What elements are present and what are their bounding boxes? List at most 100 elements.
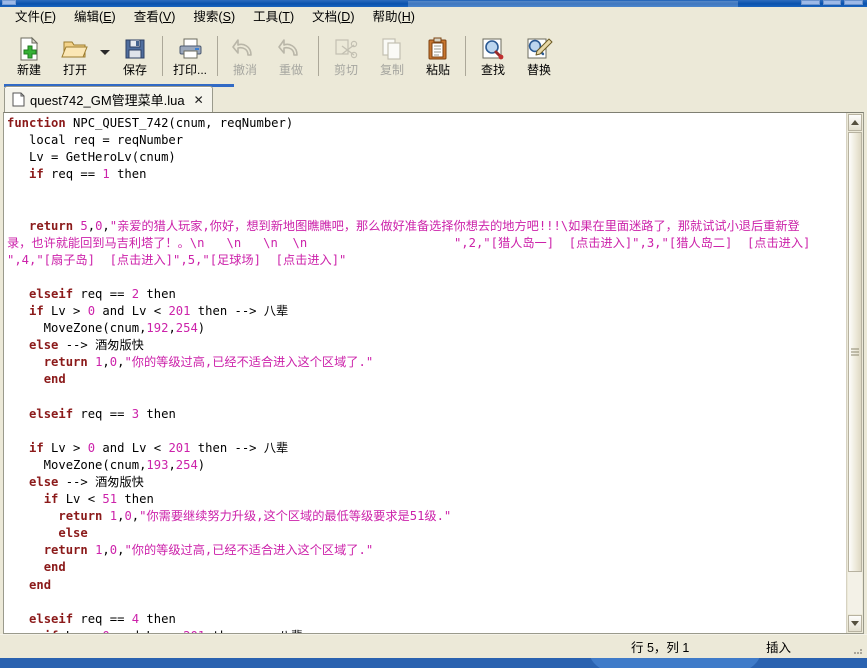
code-token-plain: Lv > (43, 304, 88, 319)
code-token-num: 4 (131, 611, 140, 626)
code-token-kw: else (58, 526, 88, 541)
window-system-menu-icon[interactable] (2, 0, 16, 5)
open-folder-icon (61, 36, 89, 62)
editor-pane: function NPC_QUEST_742(cnum, reqNumber) … (3, 112, 864, 634)
toolbar-paste-label: 粘贴 (425, 63, 450, 77)
scrollbar-thumb[interactable] (848, 132, 862, 572)
code-token-kw: return (58, 509, 103, 524)
code-token-kw: end (43, 560, 66, 575)
scrollbar-track[interactable] (848, 132, 862, 614)
toolbar-print-button[interactable]: 打印... (167, 32, 213, 82)
scroll-up-arrow[interactable] (848, 114, 862, 131)
triangle-up-icon (851, 120, 859, 125)
menu-view[interactable]: 查看(V) (125, 8, 185, 28)
save-disk-icon (121, 36, 149, 62)
resize-grip-icon[interactable] (851, 640, 865, 654)
code-token-str: ",4,"[扇子岛] [点击进入]",5,"[足球场] [点击进入]" (7, 252, 347, 267)
tab-quest742[interactable]: quest742_GM管理菜单.lua ✕ (4, 86, 213, 112)
toolbar: 新建 打开 保存 打印... 撤消 重做 剪切 复制 粘贴 查找 替换 (0, 29, 867, 84)
menu-view-accel: V (162, 9, 172, 24)
toolbar-new-button[interactable]: 新建 (6, 32, 52, 82)
toolbar-undo-button[interactable]: 撤消 (222, 32, 268, 82)
minimize-button[interactable] (801, 0, 820, 5)
toolbar-paste-button[interactable]: 粘贴 (415, 32, 461, 82)
code-line: return 5,0,"亲爱的猎人玩家,你好，想到新地图瞧瞧吧，那么做好准备选择… (7, 218, 846, 235)
close-button[interactable] (844, 0, 864, 5)
code-token-plain: ) (197, 321, 206, 336)
open-recent-dropdown[interactable] (98, 32, 112, 82)
menu-search-accel: S (222, 9, 231, 24)
tab-label: quest742_GM管理菜单.lua (30, 93, 185, 108)
toolbar-redo-button[interactable]: 重做 (268, 32, 314, 82)
code-line: local req = reqNumber (7, 132, 846, 149)
code-line: if Lv > 0 and Lv < 201 then --> 八辈 (7, 440, 846, 457)
code-token-kw: if (44, 629, 59, 633)
menu-tools-label: 工具 (253, 9, 279, 24)
toolbar-save-label: 保存 (122, 63, 147, 77)
code-token-plain: then (109, 167, 147, 182)
code-token-plain: and Lv < (95, 304, 169, 319)
code-token-num: 201 (168, 440, 191, 455)
vertical-scrollbar[interactable] (846, 113, 863, 633)
toolbar-find-button[interactable]: 查找 (470, 32, 516, 82)
code-text-area[interactable]: function NPC_QUEST_742(cnum, reqNumber) … (4, 113, 846, 633)
code-token-plain: and Lv < (110, 629, 183, 633)
window-title-bar (0, 0, 867, 7)
menu-file[interactable]: 文件(F) (6, 8, 65, 28)
code-token-kw: end (29, 577, 52, 592)
scroll-down-arrow[interactable] (848, 615, 862, 632)
toolbar-save-button[interactable]: 保存 (112, 32, 158, 82)
code-line: else --> 酒匆版快 (7, 474, 846, 491)
code-token-num: 3 (131, 406, 140, 421)
menu-help[interactable]: 帮助(H) (364, 8, 424, 28)
code-token-str: "你的等级过高,已经不适合进入这个区域了." (124, 543, 374, 558)
code-token-num: 201 (168, 304, 191, 319)
maximize-button[interactable] (822, 0, 842, 5)
code-token-plain: , (102, 543, 110, 558)
code-token-num: 1 (102, 167, 110, 182)
code-token-cmt: --> 酒匆版快 (65, 338, 144, 353)
copy-pages-icon (378, 36, 406, 62)
desktop-arc-decoration (590, 658, 760, 668)
menu-help-accel: H (401, 9, 411, 24)
code-token-plain: then (190, 304, 235, 319)
code-line: end (7, 577, 846, 594)
desktop-background-sliver (0, 658, 867, 668)
code-line: else (7, 525, 846, 542)
toolbar-open-button[interactable]: 打开 (52, 32, 98, 82)
toolbar-cut-button[interactable]: 剪切 (323, 32, 369, 82)
editor-window: 文件(F) 编辑(E) 查看(V) 搜索(S) 工具(T) 文档(D) 帮助(H… (0, 0, 867, 668)
redo-arrow-icon (277, 36, 305, 62)
code-token-plain: then (205, 629, 249, 633)
menu-document[interactable]: 文档(D) (303, 8, 363, 28)
source-code[interactable]: function NPC_QUEST_742(cnum, reqNumber) … (7, 115, 846, 633)
toolbar-copy-label: 复制 (379, 63, 404, 77)
magnifier-icon (479, 36, 507, 62)
code-token-num: 2 (131, 286, 140, 301)
code-token-plain: then (190, 440, 235, 455)
window-controls[interactable] (801, 0, 864, 6)
menu-edit[interactable]: 编辑(E) (65, 8, 125, 28)
code-line: elseif req == 3 then (7, 406, 846, 423)
code-token-plain: Lv = GetHeroLv(cnum) (7, 150, 176, 165)
tab-close-icon[interactable]: ✕ (194, 94, 204, 106)
toolbar-replace-button[interactable]: 替换 (516, 32, 562, 82)
code-line: return 1,0,"你的等级过高,已经不适合进入这个区域了." (7, 542, 846, 559)
code-token-plain: NPC_QUEST_742(cnum, reqNumber) (65, 116, 294, 130)
chevron-down-icon (100, 49, 110, 55)
scrollbar-grip-icon (851, 348, 859, 356)
code-token-str: "你需要继续努力升级,这个区域的最低等级要求是51级." (139, 509, 452, 524)
code-token-kw: end (43, 372, 66, 387)
toolbar-copy-button[interactable]: 复制 (369, 32, 415, 82)
menu-search[interactable]: 搜索(S) (184, 8, 244, 28)
menu-tools[interactable]: 工具(T) (244, 8, 303, 28)
